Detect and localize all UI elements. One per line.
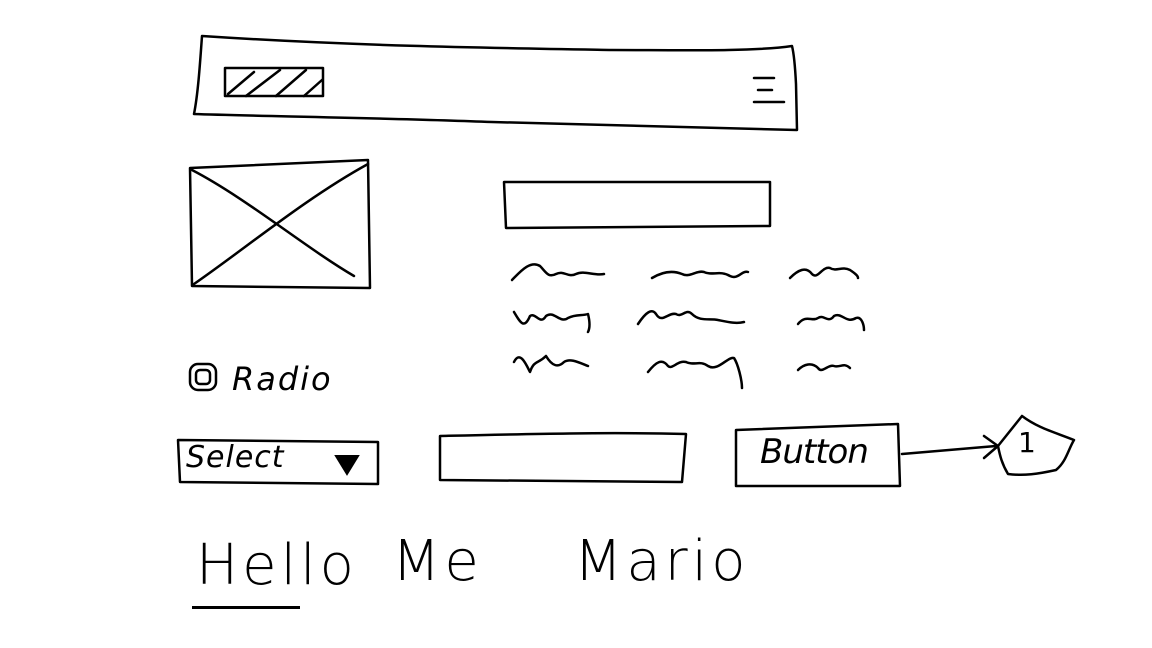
link-hello[interactable]: Hello xyxy=(196,538,358,594)
top-text-input[interactable] xyxy=(500,178,774,232)
callout-number: 1 xyxy=(1018,426,1036,459)
image-placeholder-icon xyxy=(186,158,374,294)
radio-button-icon[interactable] xyxy=(188,362,222,396)
text-mario: Mario xyxy=(574,529,750,594)
text-me: Me xyxy=(392,529,483,594)
select-value: Select xyxy=(186,440,285,475)
hamburger-menu-icon[interactable] xyxy=(748,74,790,108)
annotation-callout: 1 xyxy=(898,410,1078,482)
placeholder-text-block xyxy=(506,252,876,392)
select-dropdown[interactable]: Select xyxy=(176,436,384,490)
action-button[interactable]: Button xyxy=(732,420,904,490)
radio-label: Radio xyxy=(232,360,333,398)
top-input-field[interactable] xyxy=(506,182,772,230)
radio-option[interactable]: Radio xyxy=(186,358,356,404)
middle-input-field[interactable] xyxy=(442,436,686,480)
triangle-down-icon[interactable] xyxy=(334,454,360,476)
logo-placeholder xyxy=(223,66,326,100)
button-label: Button xyxy=(760,432,869,472)
middle-text-input[interactable] xyxy=(436,430,690,486)
link-underline xyxy=(192,606,300,609)
